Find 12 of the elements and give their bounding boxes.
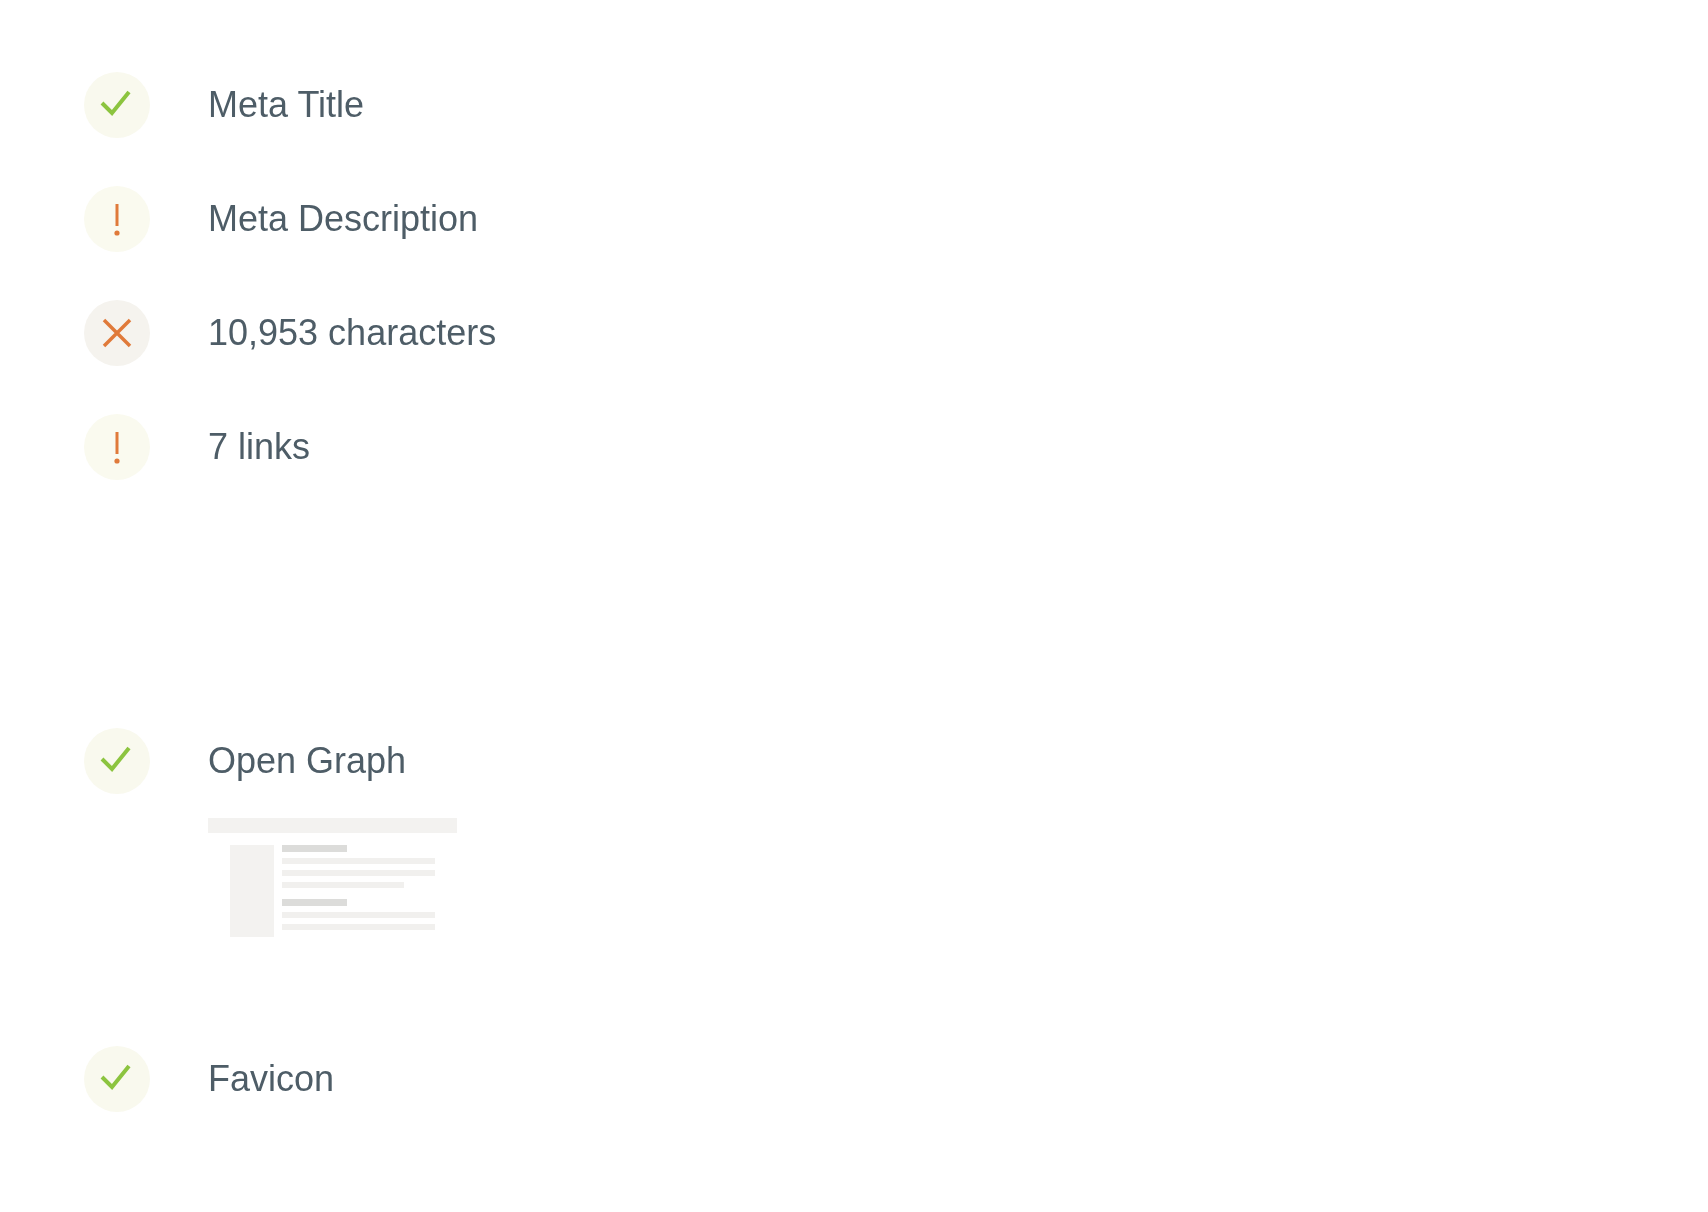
check-label: 7 links [208,425,311,469]
check-label: Meta Title [208,83,365,127]
exclamation-icon [84,414,150,480]
check-icon [84,1046,150,1112]
check-icon [84,72,150,138]
exclamation-icon [84,186,150,252]
check-label: Open Graph [208,739,407,783]
check-label: Meta Description [208,197,479,241]
check-icon [84,728,150,794]
check-label: 10,953 characters [208,311,497,355]
cross-icon [84,300,150,366]
check-label: Favicon [208,1057,335,1101]
